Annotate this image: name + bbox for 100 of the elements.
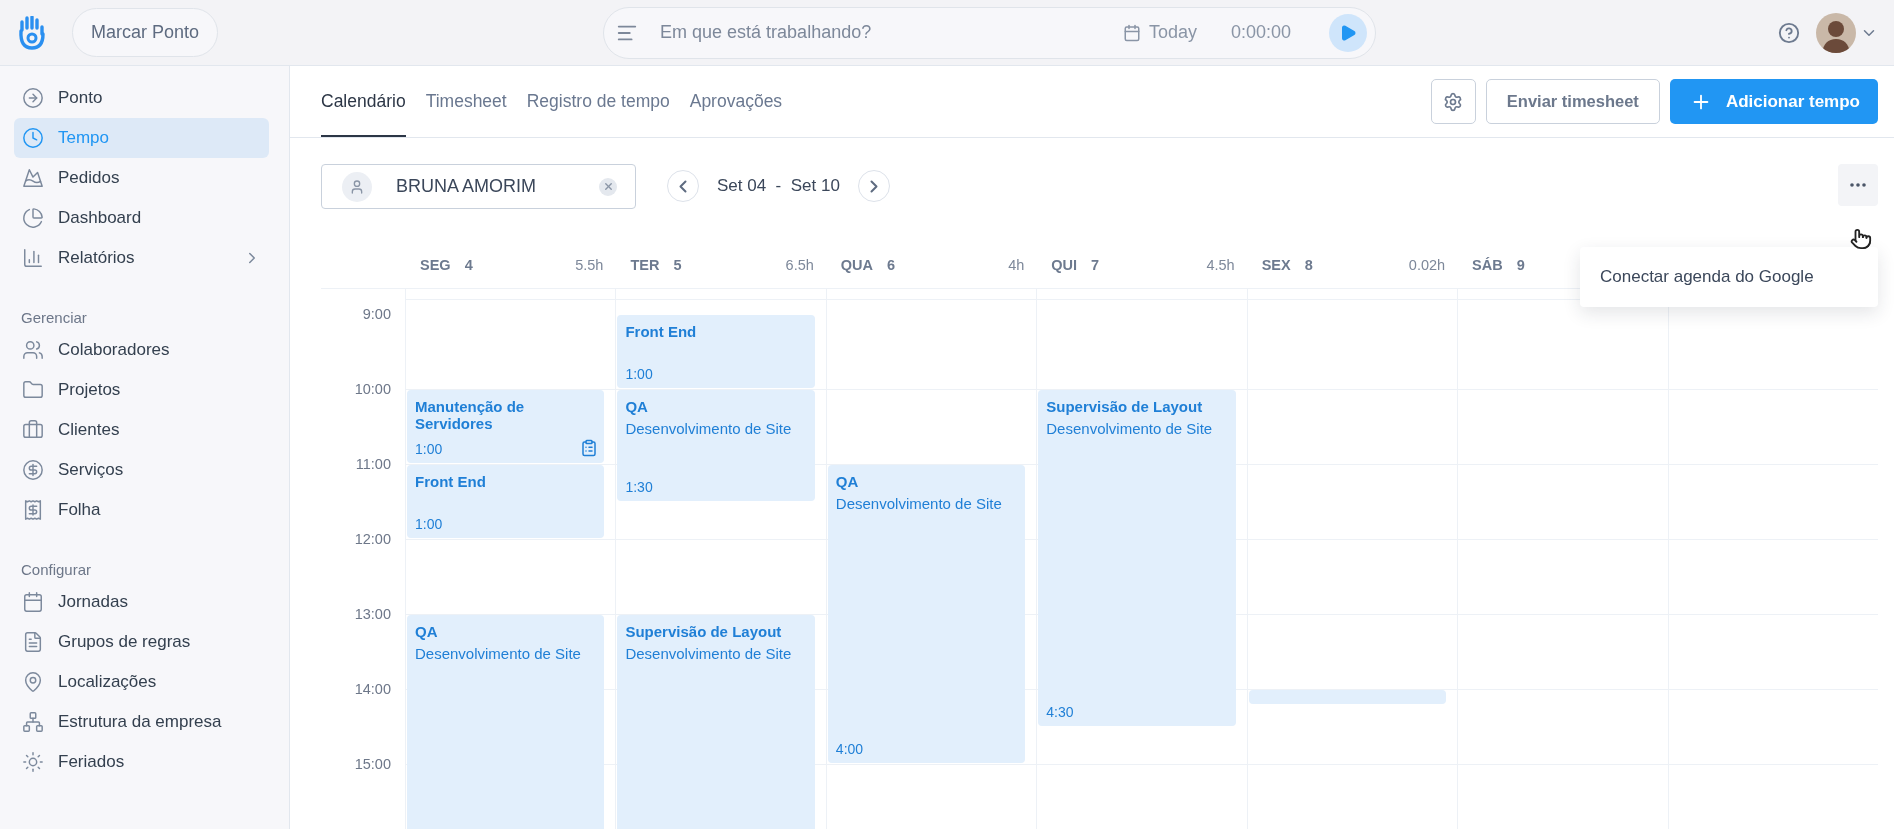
user-name: BRUNA AMORIM [396,176,538,198]
tab[interactable]: Aprovações [689,66,783,138]
help-icon[interactable] [1778,21,1800,44]
nav-icon [22,207,44,229]
sidebar-label: Localizações [58,672,157,692]
time-entry[interactable]: QA Desenvolvimento de Site 1:30 [617,390,815,501]
sidebar-item[interactable]: Pedidos [14,158,269,198]
entry-duration: 4:00 [835,741,864,757]
time-entry[interactable]: Supervisão de Layout Desenvolvimento de Site [617,615,815,829]
weekday-label: SEX [1261,257,1291,273]
entry-project: Desenvolvimento de Site [1046,420,1214,437]
day-total: 4.5h [1206,257,1235,273]
entry-title: Front End [415,473,487,490]
time-entry[interactable]: Front End 1:00 [617,315,815,388]
next-week-button[interactable] [857,170,890,203]
sidebar-item[interactable]: Projetos [14,370,269,410]
sidebar-item[interactable]: Grupos de regras [14,622,269,662]
menu-item[interactable]: Conectar agenda do Google [1580,255,1878,299]
tab[interactable]: Calendário [321,66,406,138]
tab[interactable]: Timesheet [425,66,507,138]
play-button[interactable] [1329,13,1368,52]
nav-icon [22,591,44,613]
sidebar-item[interactable]: Feriados [14,742,269,782]
nav-icon [22,751,44,773]
sidebar-label: Serviços [58,460,124,480]
sidebar-item[interactable]: Serviços [14,450,269,490]
entry-project: Desenvolvimento de Site [625,420,793,437]
nav-icon [22,419,44,441]
sidebar-item[interactable]: Relatórios [14,238,269,278]
time-entry[interactable]: Manutenção de Servidores 1:00 [407,390,605,463]
day-number: 7 [1091,257,1100,273]
sidebar-label: Clientes [58,420,120,440]
weekday-label: SÁB [1472,257,1503,273]
day-total: 5.5h [575,257,604,273]
weekday-label: QUI [1051,257,1078,273]
day-total: 6.5h [785,257,814,273]
clock-in-button[interactable]: Marcar Ponto [72,8,219,57]
entry-title: Supervisão de Layout [625,623,783,640]
sidebar-label: Tempo [58,128,110,148]
previous-week-button[interactable] [667,170,699,203]
nav-icon [22,127,44,149]
entry-title: Supervisão de Layout [1046,398,1204,415]
more-button[interactable] [1838,164,1878,207]
sidebar-label: Grupos de regras [58,632,191,652]
sidebar-item[interactable]: Ponto [14,78,269,118]
sidebar-label: Folha [58,500,101,520]
nav-icon [22,379,44,401]
weekday-label: QUA [840,257,874,273]
more-icon [1850,183,1866,188]
sidebar-item[interactable]: Estrutura da empresa [14,702,269,742]
tab[interactable]: Registro de tempo [526,66,670,138]
sidebar-item[interactable]: Dashboard [14,198,269,238]
sidebar-label: Ponto [58,88,103,108]
sidebar-label: Projetos [58,380,121,400]
weekday-label: TER [630,257,660,273]
sidebar-item[interactable]: Colaboradores [14,330,269,370]
elapsed-time: 0:00:00 [1231,22,1292,43]
section-heading: Configurar [20,560,93,580]
sidebar-item[interactable]: Localizações [14,662,269,702]
day-number: 8 [1304,257,1313,273]
entry-duration: 1:00 [415,441,443,457]
time-entry[interactable]: QA Desenvolvimento de Site 4:00 [827,465,1026,763]
entry-project: Desenvolvimento de Site [625,645,793,662]
entry-title: QA [625,398,649,415]
sidebar-label: Jornadas [58,592,128,612]
time-entry[interactable]: Front End 1:00 [407,465,605,538]
entry-title: QA [415,623,439,640]
date-label: Today [1148,22,1197,43]
entry-title: Front End [625,323,698,340]
user-avatar[interactable] [1816,12,1856,53]
day-total: 0.02h [1408,257,1446,273]
hour-label: 9:00 [362,306,391,322]
calendar-icon[interactable] [1122,23,1141,42]
send-timesheet-button[interactable]: Enviar timesheet [1485,79,1660,125]
entry-duration: 1:00 [415,516,443,532]
sidebar-item[interactable]: Clientes [14,410,269,450]
time-entry[interactable]: QA Desenvolvimento de Site [407,615,605,829]
sidebar-label: Dashboard [58,208,142,228]
settings-button[interactable] [1430,79,1476,125]
sidebar-label: Pedidos [58,168,120,188]
nav-icon [22,711,44,733]
description-input[interactable]: Em que está trabalhando? [658,21,1123,44]
hand-logo-icon [18,15,46,50]
sidebar-item[interactable]: Jornadas [14,582,269,622]
entry-duration: 1:30 [625,478,653,495]
hour-label: 15:00 [354,756,391,772]
user-avatar [342,171,372,202]
section-heading: Gerenciar [20,308,88,328]
sidebar-label: Feriados [58,752,125,772]
date-range: Set 04 - Set 10 [717,176,840,197]
play-icon [1339,23,1358,42]
nav-icon [22,339,44,361]
entry-duration: 4:30 [1046,703,1074,720]
entry-title: Manutenção de Servidores [415,398,526,432]
clear-button[interactable] [599,177,617,196]
nav-icon [22,247,44,269]
time-entry[interactable]: Supervisão de Layout Desenvolvimento de Site 4:30 [1038,390,1236,726]
user-select[interactable]: BRUNA AMORIM [321,164,636,210]
entry-project: Desenvolvimento de Site [415,645,582,662]
sidebar-item[interactable]: Folha [14,490,269,530]
